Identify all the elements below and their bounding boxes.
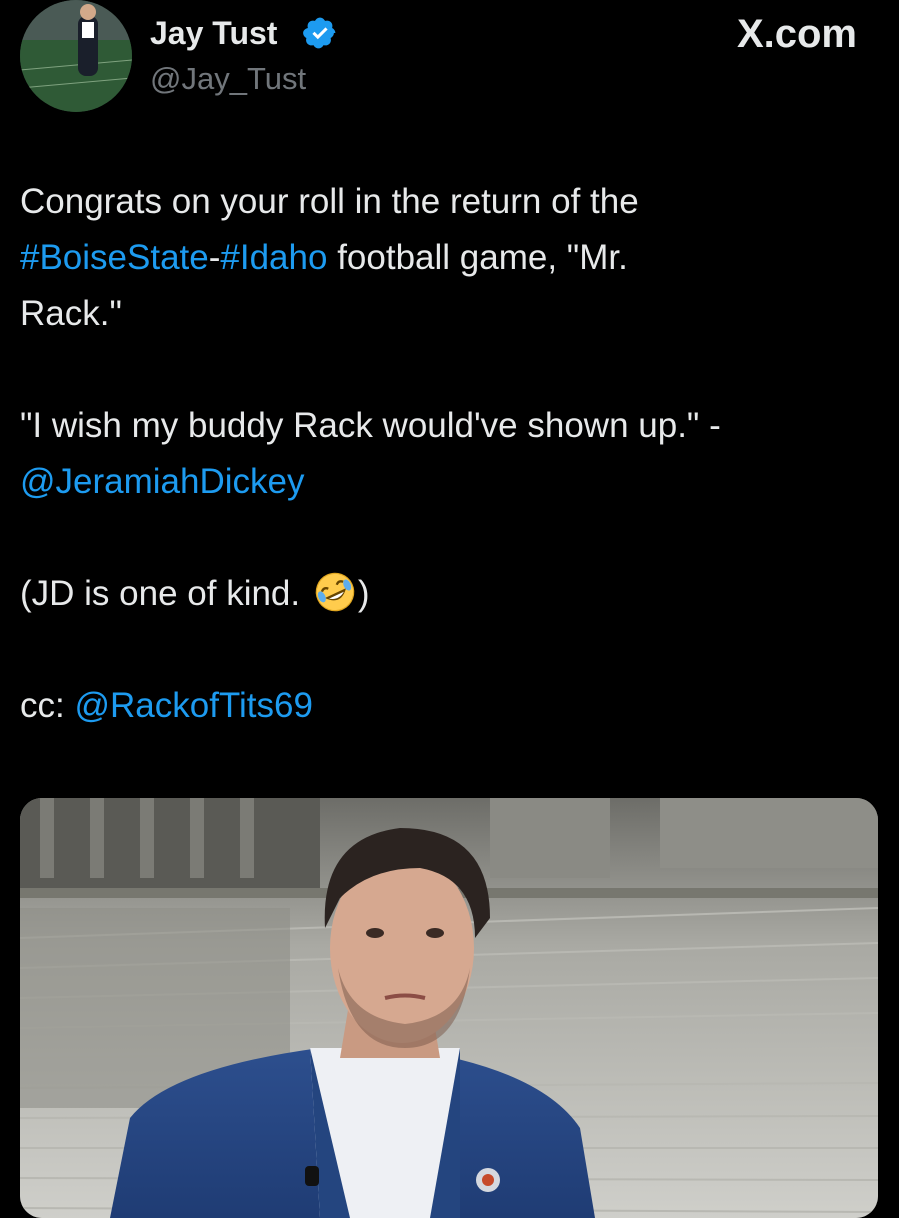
text-line: "I wish my buddy Rack would've shown up.… — [20, 398, 880, 454]
text-line: (JD is one of kind. ) — [20, 566, 880, 622]
hashtag-boisestate-link[interactable]: #BoiseState — [20, 238, 209, 277]
tweet-media-photo[interactable] — [20, 798, 878, 1218]
cc-label: cc: — [20, 686, 75, 725]
quote-text: "I wish my buddy Rack would've shown up.… — [20, 406, 721, 445]
text-segment: - — [208, 238, 221, 277]
author-display-name[interactable]: Jay Tust — [150, 14, 277, 52]
tweet-text: Congrats on your roll in the return of t… — [20, 174, 880, 734]
text-line: cc: @RackofTits69 — [20, 678, 880, 734]
text-segment: football game, "Mr. — [327, 238, 628, 277]
photo-man-on-capitol-steps-icon — [20, 798, 878, 1218]
text-line: #BoiseState-#Idaho football game, "Mr. — [20, 230, 880, 286]
verified-badge-icon — [303, 17, 336, 49]
author-avatar[interactable] — [20, 0, 132, 112]
text-line: Rack." — [20, 286, 880, 342]
text-segment: (JD is one of kind. — [20, 574, 310, 613]
tweet-header: Jay Tust @Jay_Tust X.com — [0, 0, 899, 130]
mention-rackoftits69-link[interactable]: @RackofTits69 — [74, 686, 312, 725]
brand-logo-text: X.com — [736, 12, 857, 56]
avatar-photo — [20, 0, 132, 112]
text-line: @JeramiahDickey — [20, 454, 880, 510]
mention-jeramiahdickey-link[interactable]: @JeramiahDickey — [20, 462, 305, 501]
text-line: Congrats on your roll in the return of t… — [20, 174, 880, 230]
text-segment: ) — [357, 574, 370, 613]
hashtag-idaho-link[interactable]: #Idaho — [220, 238, 327, 277]
text-segment: Congrats on your roll in the return of t… — [20, 182, 639, 221]
author-handle[interactable]: @Jay_Tust — [150, 60, 306, 98]
rolling-on-floor-laughing-emoji-icon — [315, 572, 355, 612]
text-segment: Rack." — [20, 294, 122, 333]
